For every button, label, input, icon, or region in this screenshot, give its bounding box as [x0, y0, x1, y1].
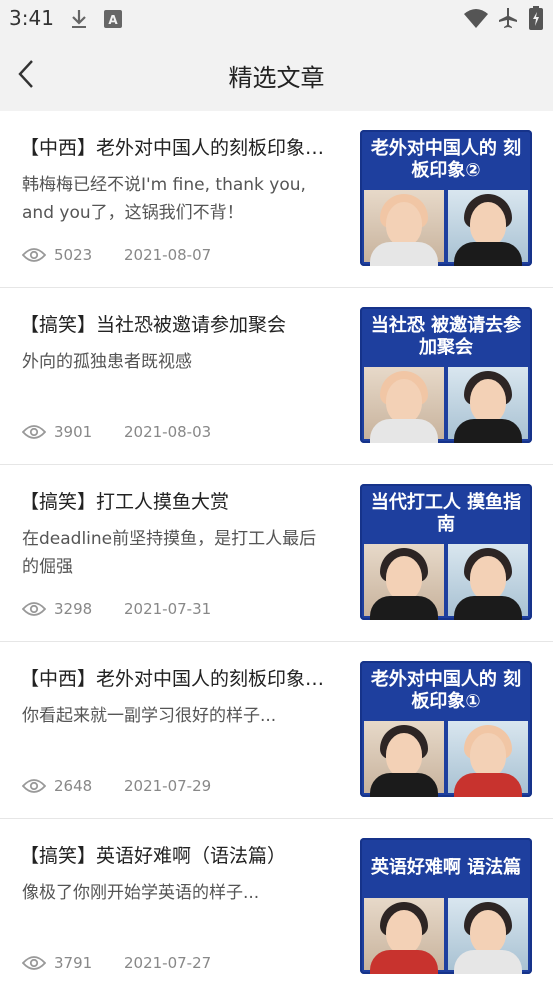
publish-date: 2021-08-07: [124, 246, 212, 264]
thumbnail-photo: [364, 898, 444, 974]
view-count: 2648: [54, 777, 93, 795]
article-desc: 在deadline前坚持摸鱼，是打工人最后的倔强: [22, 529, 317, 577]
status-bar: 3:41 A: [0, 0, 553, 38]
article-title: 【中西】老外对中国人的刻板印象（2）: [20, 137, 330, 159]
thumbnail-photo: [448, 721, 528, 797]
article-item[interactable]: 【搞笑】当社恐被邀请参加聚会 外向的孤独患者既视感 3901 2021-08-0…: [0, 288, 553, 465]
eye-icon: [22, 779, 46, 793]
a-icon: A: [102, 8, 124, 34]
article-thumbnail[interactable]: 老外对中国人的 刻板印象①: [360, 661, 532, 797]
thumbnail-text: 老外对中国人的 刻板印象①: [370, 669, 522, 712]
thumbnail-photo: [364, 190, 444, 266]
article-desc: 你看起来就一副学习很好的样子...: [22, 706, 277, 726]
thumbnail-text: 当社恐 被邀请去参加聚会: [370, 315, 522, 358]
airplane-icon: [496, 6, 520, 34]
thumbnail-banner: 英语好难啊 语法篇: [360, 838, 532, 898]
article-meta: 3791 2021-07-27: [22, 952, 211, 974]
wifi-icon: [462, 6, 490, 34]
article-thumbnail[interactable]: 当代打工人 摸鱼指南: [360, 484, 532, 620]
thumbnail-photo: [364, 367, 444, 443]
article-meta: 5023 2021-08-07: [22, 244, 211, 266]
view-count: 3901: [54, 423, 93, 441]
thumbnail-photo: [364, 544, 444, 620]
view-count: 5023: [54, 246, 93, 264]
publish-date: 2021-07-29: [124, 777, 212, 795]
thumbnail-text: 英语好难啊 语法篇: [370, 857, 522, 878]
eye-icon: [22, 602, 46, 616]
article-meta: 3298 2021-07-31: [22, 598, 211, 620]
svg-text:A: A: [108, 13, 118, 27]
thumbnail-banner: 当代打工人 摸鱼指南: [360, 484, 532, 544]
article-item[interactable]: 【中西】老外对中国人的刻板印象（2） 韩梅梅已经不说I'm fine, than…: [0, 111, 553, 288]
thumbnail-text: 当代打工人 摸鱼指南: [370, 492, 522, 535]
article-title: 【搞笑】打工人摸鱼大赏: [20, 491, 230, 513]
article-meta: 3901 2021-08-03: [22, 421, 211, 443]
view-count: 3791: [54, 954, 93, 972]
eye-icon: [22, 425, 46, 439]
article-thumbnail[interactable]: 当社恐 被邀请去参加聚会: [360, 307, 532, 443]
article-title: 【搞笑】英语好难啊（语法篇）: [20, 845, 287, 867]
thumbnail-photo: [448, 544, 528, 620]
article-item[interactable]: 【搞笑】打工人摸鱼大赏 在deadline前坚持摸鱼，是打工人最后的倔强 329…: [0, 465, 553, 642]
status-time: 3:41: [9, 6, 54, 30]
eye-icon: [22, 248, 46, 262]
article-thumbnail[interactable]: 英语好难啊 语法篇: [360, 838, 532, 974]
publish-date: 2021-08-03: [124, 423, 212, 441]
app-bar: 精选文章: [0, 38, 553, 111]
publish-date: 2021-07-31: [124, 600, 212, 618]
eye-icon: [22, 956, 46, 970]
view-count: 3298: [54, 600, 93, 618]
thumbnail-banner: 老外对中国人的 刻板印象②: [360, 130, 532, 190]
article-list: 【中西】老外对中国人的刻板印象（2） 韩梅梅已经不说I'm fine, than…: [0, 111, 553, 996]
thumbnail-banner: 当社恐 被邀请去参加聚会: [360, 307, 532, 367]
battery-icon: [528, 5, 544, 35]
thumbnail-photo: [448, 367, 528, 443]
article-meta: 2648 2021-07-29: [22, 775, 211, 797]
thumbnail-photo: [448, 898, 528, 974]
thumbnail-text: 老外对中国人的 刻板印象②: [370, 138, 522, 181]
download-icon: [68, 8, 90, 34]
article-title: 【中西】老外对中国人的刻板印象（1）: [20, 668, 330, 690]
article-desc: 外向的孤独患者既视感: [22, 352, 192, 372]
page-title: 精选文章: [228, 64, 325, 92]
thumbnail-banner: 老外对中国人的 刻板印象①: [360, 661, 532, 721]
thumbnail-photo: [364, 721, 444, 797]
thumbnail-photo: [448, 190, 528, 266]
article-item[interactable]: 【搞笑】英语好难啊（语法篇） 像极了你刚开始学英语的样子... 3791 202…: [0, 819, 553, 996]
article-desc: 韩梅梅已经不说I'm fine, thank you, and you了，这锅我…: [22, 175, 306, 223]
article-item[interactable]: 【中西】老外对中国人的刻板印象（1） 你看起来就一副学习很好的样子... 264…: [0, 642, 553, 819]
article-title: 【搞笑】当社恐被邀请参加聚会: [20, 314, 287, 336]
article-thumbnail[interactable]: 老外对中国人的 刻板印象②: [360, 130, 532, 266]
publish-date: 2021-07-27: [124, 954, 212, 972]
article-desc: 像极了你刚开始学英语的样子...: [22, 883, 260, 903]
